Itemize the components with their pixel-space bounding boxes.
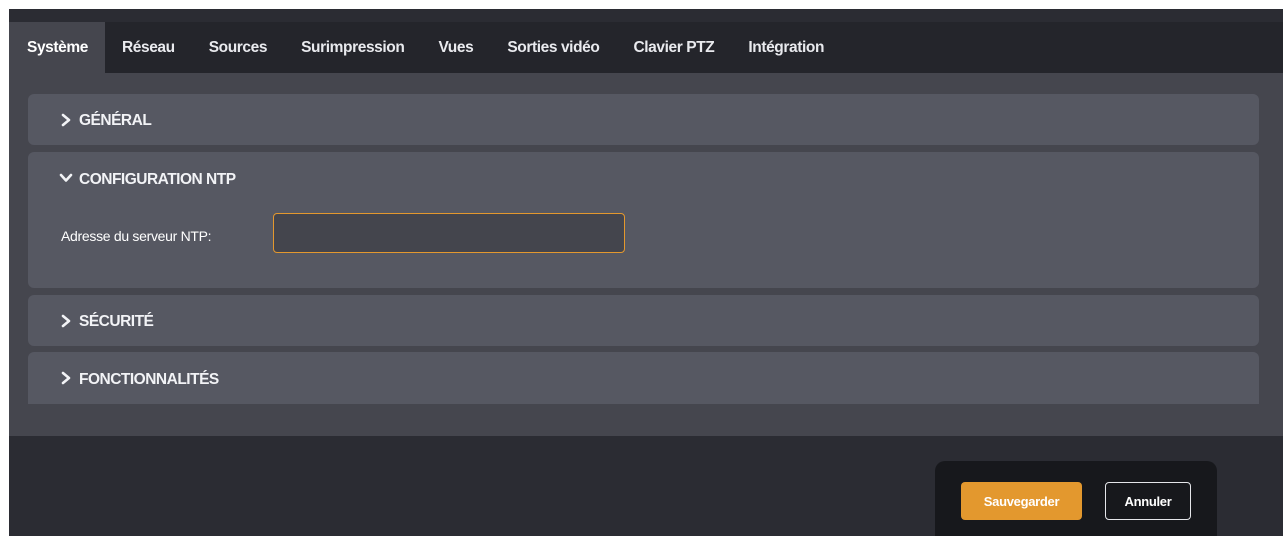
ntp-form: Adresse du serveur NTP:: [28, 204, 1259, 288]
section-security: SÉCURITÉ: [28, 295, 1259, 346]
section-general-header[interactable]: GÉNÉRAL: [28, 94, 1259, 145]
tab-reseau[interactable]: Réseau: [105, 22, 192, 73]
section-security-title: SÉCURITÉ: [79, 313, 154, 330]
chevron-right-icon: [59, 314, 73, 328]
section-features: FONCTIONNALITÉS: [28, 352, 1259, 404]
tab-integration[interactable]: Intégration: [731, 22, 841, 73]
section-features-title: FONCTIONNALITÉS: [79, 370, 219, 388]
tab-bar: Système Réseau Sources Surimpression Vue…: [9, 22, 1283, 73]
tab-surimpression[interactable]: Surimpression: [284, 22, 421, 73]
tab-vues[interactable]: Vues: [421, 22, 490, 73]
tab-sources[interactable]: Sources: [192, 22, 284, 73]
section-security-header[interactable]: SÉCURITÉ: [28, 295, 1259, 346]
settings-window: Système Réseau Sources Surimpression Vue…: [9, 9, 1283, 536]
tab-clavier-ptz[interactable]: Clavier PTZ: [616, 22, 731, 73]
tab-sorties-video[interactable]: Sorties vidéo: [490, 22, 616, 73]
ntp-server-label: Adresse du serveur NTP:: [61, 228, 212, 244]
section-ntp-title: CONFIGURATION NTP: [79, 170, 236, 188]
action-bar: Sauvegarder Annuler: [935, 461, 1217, 536]
section-general: GÉNÉRAL: [28, 94, 1259, 145]
tab-systeme[interactable]: Système: [9, 22, 105, 73]
cancel-button[interactable]: Annuler: [1105, 482, 1191, 520]
section-general-title: GÉNÉRAL: [79, 112, 152, 129]
section-ntp: CONFIGURATION NTP Adresse du serveur NTP…: [28, 152, 1259, 288]
ntp-server-input[interactable]: [273, 213, 625, 253]
chevron-down-icon: [59, 171, 73, 185]
save-button[interactable]: Sauvegarder: [961, 482, 1082, 520]
settings-content: GÉNÉRAL CONFIGURATION NTP Adresse du ser…: [9, 73, 1283, 436]
chevron-right-icon: [59, 371, 73, 385]
chevron-right-icon: [59, 113, 73, 127]
section-ntp-header[interactable]: CONFIGURATION NTP: [28, 152, 1259, 204]
section-features-header[interactable]: FONCTIONNALITÉS: [28, 352, 1259, 404]
